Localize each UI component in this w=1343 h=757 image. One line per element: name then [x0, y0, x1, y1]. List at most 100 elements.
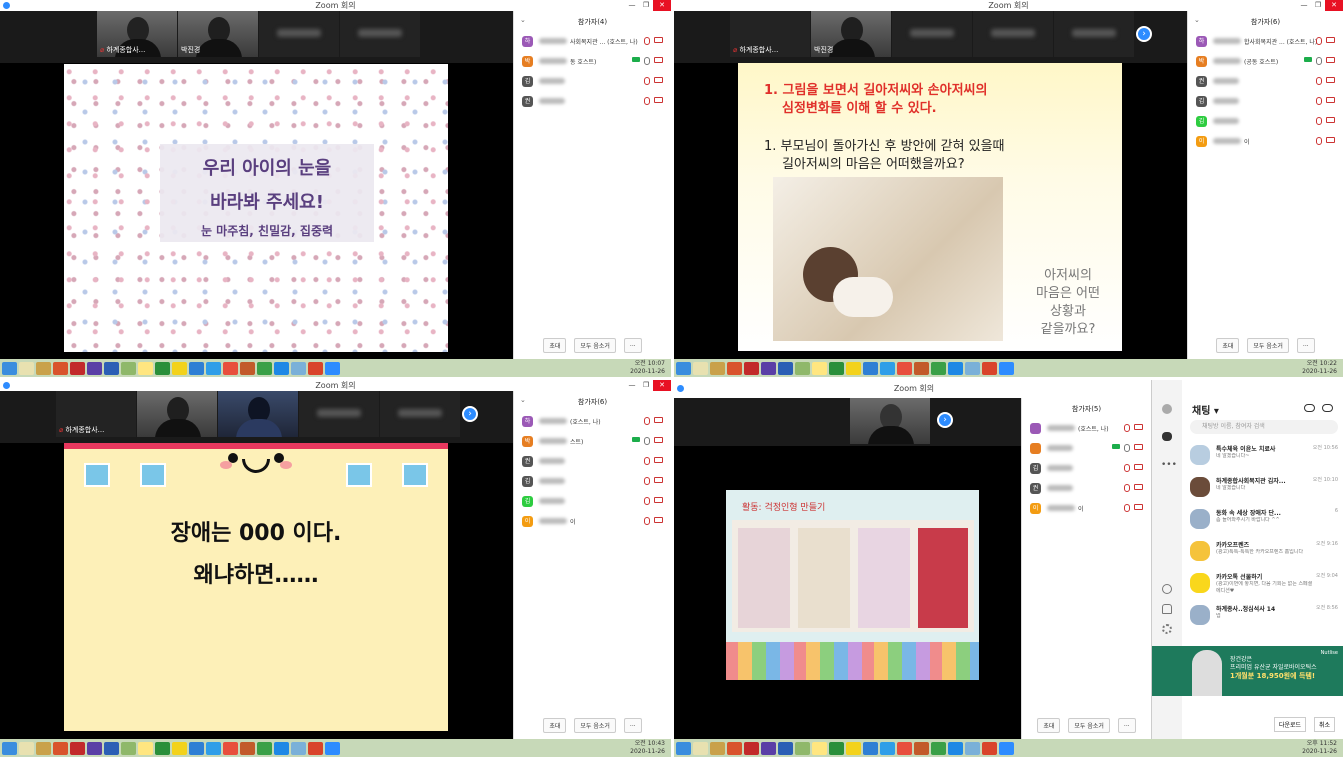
- mute-all-button[interactable]: 모두 음소거: [1247, 338, 1289, 353]
- maximize-button[interactable]: ❐: [639, 380, 653, 391]
- taskbar-app-icon[interactable]: [19, 361, 34, 375]
- taskbar-app-icon[interactable]: [2, 361, 17, 375]
- close-button[interactable]: ✕: [653, 0, 671, 11]
- taskbar-app-icon[interactable]: [812, 741, 827, 755]
- participant-row[interactable]: 권: [1022, 478, 1151, 498]
- participant-tile[interactable]: [1054, 11, 1134, 57]
- taskbar-app-icon[interactable]: [291, 741, 306, 755]
- add-chat-icon[interactable]: [1322, 404, 1333, 412]
- taskbar-app-icon[interactable]: [325, 741, 340, 755]
- taskbar-app-icon[interactable]: [70, 361, 85, 375]
- taskbar-app-icon[interactable]: [155, 361, 170, 375]
- taskbar-app-icon[interactable]: [676, 361, 691, 375]
- taskbar-app-icon[interactable]: [982, 741, 997, 755]
- taskbar-app-icon[interactable]: [2, 741, 17, 755]
- taskbar-app-icon[interactable]: [744, 361, 759, 375]
- taskbar-app-icon[interactable]: [727, 741, 742, 755]
- taskbar-app-icon[interactable]: [778, 361, 793, 375]
- taskbar-app-icon[interactable]: [206, 741, 221, 755]
- taskbar-app-icon[interactable]: [710, 361, 725, 375]
- cancel-button[interactable]: 취소: [1314, 717, 1336, 732]
- taskbar-app-icon[interactable]: [36, 361, 51, 375]
- participant-row[interactable]: 김: [514, 471, 671, 491]
- chat-search-input[interactable]: 채팅방 이름, 참여자 검색: [1190, 420, 1338, 434]
- taskbar-app-icon[interactable]: [965, 361, 980, 375]
- taskbar-app-icon[interactable]: [812, 361, 827, 375]
- mute-all-button[interactable]: 모두 음소거: [1068, 718, 1110, 733]
- chevron-down-icon[interactable]: ⌄: [520, 16, 526, 24]
- taskbar-app-icon[interactable]: [727, 361, 742, 375]
- participant-video[interactable]: 박진경: [811, 11, 891, 57]
- taskbar-app-icon[interactable]: [308, 741, 323, 755]
- taskbar-app-icon[interactable]: [999, 741, 1014, 755]
- invite-button[interactable]: 초대: [543, 718, 567, 733]
- taskbar-app-icon[interactable]: [325, 361, 340, 375]
- taskbar-app-icon[interactable]: [274, 741, 289, 755]
- invite-button[interactable]: 초대: [543, 338, 567, 353]
- chat-room-item[interactable]: 카카오프렌즈 (광고)톡톡-톡톡한 카카오프렌즈 홈입니다 오전 9:16: [1186, 536, 1342, 568]
- more-icon[interactable]: •••: [1161, 460, 1177, 470]
- taskbar-app-icon[interactable]: [19, 741, 34, 755]
- taskbar-app-icon[interactable]: [138, 361, 153, 375]
- invite-button[interactable]: 초대: [1037, 718, 1061, 733]
- taskbar-app-icon[interactable]: [223, 361, 238, 375]
- taskbar-app-icon[interactable]: [795, 741, 810, 755]
- chevron-down-icon[interactable]: ⌄: [1194, 16, 1200, 24]
- close-button[interactable]: ✕: [653, 380, 671, 391]
- taskbar-app-icon[interactable]: [846, 741, 861, 755]
- participant-row[interactable]: [1022, 438, 1151, 458]
- taskbar-app-icon[interactable]: [206, 361, 221, 375]
- taskbar-app-icon[interactable]: [761, 741, 776, 755]
- participant-row[interactable]: 김: [1022, 458, 1151, 478]
- taskbar-app-icon[interactable]: [291, 361, 306, 375]
- taskbar-app-icon[interactable]: [240, 361, 255, 375]
- taskbar-app-icon[interactable]: [897, 361, 912, 375]
- taskbar-app-icon[interactable]: [121, 361, 136, 375]
- taskbar-app-icon[interactable]: [948, 361, 963, 375]
- taskbar-app-icon[interactable]: [829, 741, 844, 755]
- taskbar-app-icon[interactable]: [274, 361, 289, 375]
- bell-icon[interactable]: [1162, 604, 1172, 614]
- taskbar-app-icon[interactable]: [846, 361, 861, 375]
- chat-room-item[interactable]: 동화 속 세상 장애자 단... 좀 들어와주시기 바랍니다 ^^ 6: [1186, 504, 1342, 536]
- taskbar-app-icon[interactable]: [710, 741, 725, 755]
- taskbar-app-icon[interactable]: [965, 741, 980, 755]
- taskbar-app-icon[interactable]: [931, 361, 946, 375]
- taskbar-app-icon[interactable]: [87, 361, 102, 375]
- taskbar-app-icon[interactable]: [70, 741, 85, 755]
- minimize-button[interactable]: —: [625, 0, 639, 11]
- taskbar-app-icon[interactable]: [948, 741, 963, 755]
- taskbar-app-icon[interactable]: [982, 361, 997, 375]
- participant-row[interactable]: 김: [514, 491, 671, 511]
- participant-row[interactable]: 박 스트): [514, 431, 671, 451]
- participant-tile[interactable]: ⌀ 하계종합사...: [56, 391, 136, 437]
- download-button[interactable]: 다운로드: [1274, 717, 1307, 732]
- participant-tile[interactable]: [380, 391, 460, 437]
- participant-video[interactable]: ⌀ 하계종합사...: [97, 11, 177, 57]
- participant-row[interactable]: 하 사회복지관 ... (호스트, 나): [514, 31, 671, 51]
- close-button[interactable]: ✕: [1325, 0, 1343, 11]
- participant-row[interactable]: 김: [1188, 111, 1343, 131]
- more-button[interactable]: ...: [1117, 718, 1136, 733]
- participant-row[interactable]: 김: [1188, 91, 1343, 111]
- invite-button[interactable]: 초대: [1216, 338, 1240, 353]
- participant-row[interactable]: 권: [1188, 71, 1343, 91]
- next-page-icon[interactable]: ›: [1136, 26, 1152, 42]
- taskbar-app-icon[interactable]: [155, 741, 170, 755]
- minimize-button[interactable]: —: [1297, 0, 1311, 11]
- taskbar-app-icon[interactable]: [189, 361, 204, 375]
- taskbar-app-icon[interactable]: [914, 741, 929, 755]
- chat-room-item[interactable]: 하계종합사회복지관 김자... 네 알겠습니다 오전 10:10: [1186, 472, 1342, 504]
- taskbar-app-icon[interactable]: [863, 741, 878, 755]
- chat-title[interactable]: 채팅 ▾: [1192, 402, 1219, 417]
- participant-video[interactable]: [218, 391, 298, 437]
- participant-row[interactable]: 하 (호스트, 나): [514, 411, 671, 431]
- taskbar-app-icon[interactable]: [104, 741, 119, 755]
- participant-tile[interactable]: [892, 11, 972, 57]
- participant-tile[interactable]: [259, 11, 339, 57]
- more-button[interactable]: ...: [1296, 338, 1315, 353]
- mute-all-button[interactable]: 모두 음소거: [574, 338, 616, 353]
- participant-row[interactable]: 이이: [514, 511, 671, 531]
- taskbar-app-icon[interactable]: [863, 361, 878, 375]
- taskbar-app-icon[interactable]: [53, 741, 68, 755]
